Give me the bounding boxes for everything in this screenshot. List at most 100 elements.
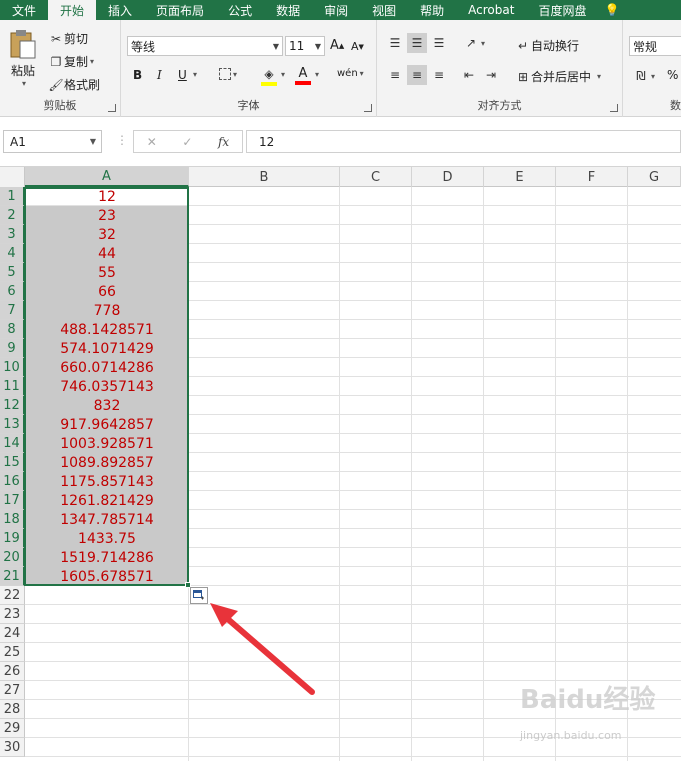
clipboard-group-label: 剪贴板 xyxy=(43,99,77,112)
align-middle-button[interactable]: ☰ xyxy=(407,33,427,53)
formula-input[interactable]: 12 xyxy=(246,130,681,153)
decrease-indent-icon: ⇤ xyxy=(463,68,475,82)
wrap-text-icon: ↵ xyxy=(517,38,529,53)
red-arrow-annotation xyxy=(210,603,315,695)
align-center-button[interactable]: ≡ xyxy=(407,65,427,85)
cut-label: 剪切 xyxy=(64,32,89,46)
align-bottom-button[interactable]: ☰ xyxy=(431,35,447,51)
bold-button[interactable]: B xyxy=(133,68,142,82)
clipboard-launcher-icon[interactable] xyxy=(108,104,116,112)
percent-button[interactable]: % xyxy=(667,68,678,82)
phonetic-button[interactable]: wén ▾ xyxy=(337,68,364,79)
paste-icon xyxy=(10,30,36,59)
formula-bar: A1 ▼ ⋮ ✕ ✓ fx 12 xyxy=(0,117,681,167)
font-group: 等线 ▼ 11 ▼ A ▲ A ▼ B I U ▾ ▾ ◈ ▾ A ▾ wén ▾ 字体 xyxy=(121,20,377,117)
phonetic-icon: wén xyxy=(337,68,358,79)
number-group-label: 数 xyxy=(670,99,681,112)
accounting-format-button[interactable]: ₪ ▾ xyxy=(633,68,655,84)
increase-indent-button[interactable]: ⇥ xyxy=(483,67,499,83)
baidu-watermark-url: jingyan.baidu.com xyxy=(520,729,622,742)
ribbon-tabs: 文件 开始 插入 页面布局 公式 数据 审阅 视图 帮助 Acrobat 百度网盘 💡 xyxy=(0,0,681,20)
decrease-font-button[interactable]: A ▼ xyxy=(351,40,364,53)
decrease-indent-button[interactable]: ⇤ xyxy=(461,67,477,83)
number-format-select[interactable]: 常规 xyxy=(629,36,681,56)
name-box[interactable]: A1 ▼ xyxy=(3,130,102,153)
format-painter-label: 格式刷 xyxy=(64,78,101,92)
tab-5[interactable]: 数据 xyxy=(264,0,312,20)
paintbrush-icon: 🖌 xyxy=(48,77,64,92)
paste-button[interactable]: 粘贴 ▾ xyxy=(8,28,38,88)
font-size-value: 11 xyxy=(289,39,305,53)
insert-function-icon[interactable]: fx xyxy=(218,135,229,149)
tab-3[interactable]: 页面布局 xyxy=(144,0,216,20)
enter-icon[interactable]: ✓ xyxy=(182,135,192,149)
tab-2[interactable]: 插入 xyxy=(96,0,144,20)
align-middle-icon: ☰ xyxy=(411,36,423,50)
formula-bar-splitter[interactable]: ⋮ xyxy=(116,133,128,147)
merge-center-label: 合并后居中 xyxy=(531,70,592,84)
increase-font-button[interactable]: A ▲ xyxy=(330,38,344,53)
tab-10[interactable]: 百度网盘 xyxy=(526,0,598,20)
orientation-icon: ↗ xyxy=(465,36,477,50)
wrap-text-button[interactable]: ↵ 自动换行 xyxy=(515,37,579,54)
align-right-icon: ≡ xyxy=(433,68,445,82)
tab-9[interactable]: Acrobat xyxy=(456,0,526,20)
font-name-value: 等线 xyxy=(131,39,156,54)
align-right-button[interactable]: ≡ xyxy=(431,67,447,83)
tab-8[interactable]: 帮助 xyxy=(408,0,456,20)
ribbon: 粘贴 ▾ ✂ 剪切 ❐ 复制 ▾ 🖌 格式刷 剪贴板 等线 ▼ 11 ▼ A ▲ A ▼ B I… xyxy=(0,20,681,117)
align-center-icon: ≡ xyxy=(411,68,423,82)
copy-button[interactable]: ❐ 复制 ▾ xyxy=(48,53,94,70)
orientation-button[interactable]: ↗ ▾ xyxy=(463,35,485,51)
baidu-watermark: Baidu经验 xyxy=(520,685,656,715)
border-button[interactable]: ▾ xyxy=(219,68,237,80)
underline-dropdown[interactable]: ▾ xyxy=(191,70,197,79)
tab-1[interactable]: 开始 xyxy=(48,0,97,20)
font-launcher-icon[interactable] xyxy=(364,104,372,112)
increase-indent-icon: ⇥ xyxy=(485,68,497,82)
tab-4[interactable]: 公式 xyxy=(216,0,264,20)
align-bottom-icon: ☰ xyxy=(433,36,445,50)
font-group-label: 字体 xyxy=(237,99,260,112)
merge-cells-icon: ⊞ xyxy=(517,69,529,84)
paint-bucket-icon: ◈ xyxy=(264,67,274,81)
copy-label: 复制 xyxy=(64,55,89,69)
fill-color-dropdown[interactable]: ▾ xyxy=(279,70,285,79)
cut-button[interactable]: ✂ 剪切 xyxy=(48,30,88,47)
font-color-icon: A xyxy=(298,66,308,81)
alignment-group-label: 对齐方式 xyxy=(477,99,522,112)
font-name-select[interactable]: 等线 ▼ xyxy=(127,36,283,56)
merge-center-button[interactable]: ⊞ 合并后居中 ▾ xyxy=(515,68,601,85)
align-top-button[interactable]: ☰ xyxy=(387,35,403,51)
italic-button[interactable]: I xyxy=(157,68,162,82)
align-top-icon: ☰ xyxy=(389,36,401,50)
format-painter-button[interactable]: 🖌 格式刷 xyxy=(48,76,100,93)
number-group: 常规 ₪ ▾ % 数 xyxy=(623,20,681,117)
lightbulb-icon[interactable]: 💡 xyxy=(598,0,625,20)
font-color-button[interactable]: A xyxy=(295,66,311,85)
font-size-select[interactable]: 11 ▼ xyxy=(285,36,325,56)
name-box-value: A1 xyxy=(10,134,26,149)
alignment-group: ☰ ☰ ☰ ↗ ▾ ↵ 自动换行 ≡ ≡ ≡ ⇤ ⇥ ⊞ 合并后居中 ▾ 对齐方式 xyxy=(377,20,623,117)
scissors-icon: ✂ xyxy=(50,31,62,46)
formula-buttons: ✕ ✓ fx xyxy=(133,130,243,153)
fill-color-button[interactable]: ◈ xyxy=(261,66,277,86)
number-format-value: 常规 xyxy=(633,39,658,54)
currency-icon: ₪ xyxy=(636,69,646,83)
paste-label: 粘贴 xyxy=(10,64,35,78)
formula-value: 12 xyxy=(259,134,275,149)
worksheet-grid[interactable]: A B C D E F G 1 12 2 23 3 32 4 44 5 55 6 66 7 778 8 488.142857… xyxy=(0,167,681,761)
border-icon xyxy=(219,68,231,80)
underline-button[interactable]: U xyxy=(178,68,187,82)
font-color-dropdown[interactable]: ▾ xyxy=(313,70,319,79)
tab-7[interactable]: 视图 xyxy=(360,0,408,20)
wrap-text-label: 自动换行 xyxy=(531,39,580,53)
align-left-icon: ≡ xyxy=(389,68,401,82)
clipboard-group: 粘贴 ▾ ✂ 剪切 ❐ 复制 ▾ 🖌 格式刷 剪贴板 xyxy=(0,20,121,117)
tab-0[interactable]: 文件 xyxy=(0,0,48,20)
cancel-icon[interactable]: ✕ xyxy=(147,135,157,149)
copy-icon: ❐ xyxy=(50,54,62,69)
alignment-launcher-icon[interactable] xyxy=(610,104,618,112)
tab-6[interactable]: 审阅 xyxy=(312,0,360,20)
align-left-button[interactable]: ≡ xyxy=(387,67,403,83)
